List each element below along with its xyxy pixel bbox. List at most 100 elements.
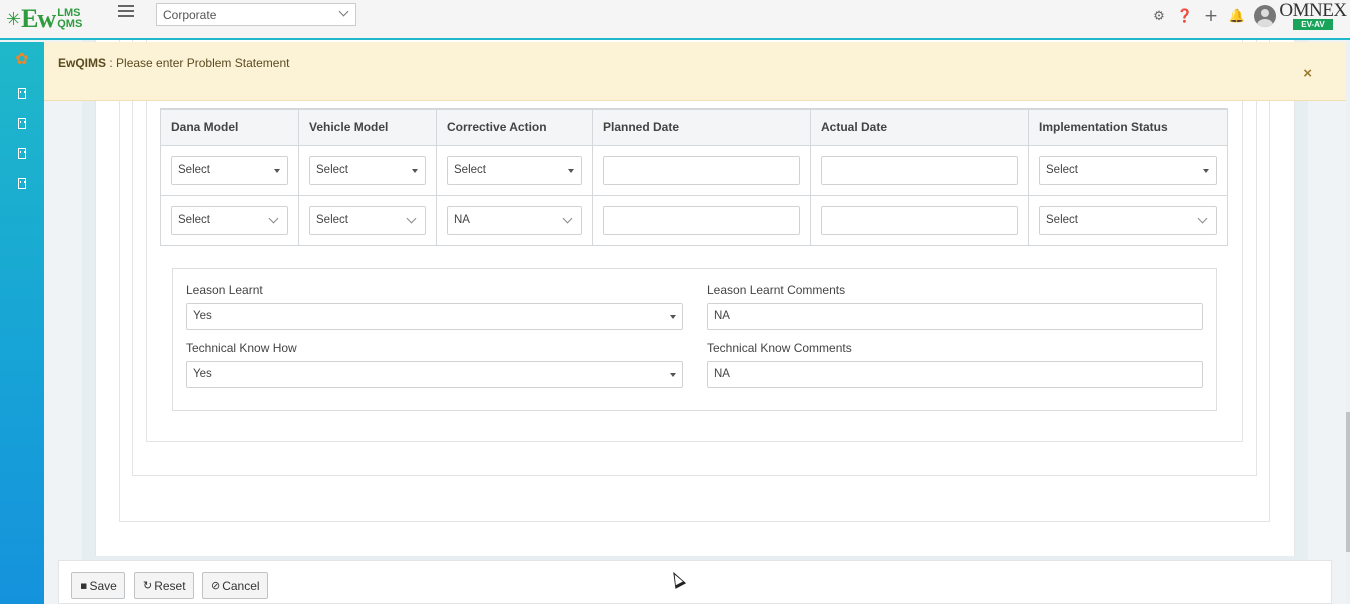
actual-date-input[interactable] xyxy=(821,155,1018,185)
select-value: Select xyxy=(1046,163,1078,176)
sidebar-item-4[interactable] xyxy=(0,168,44,198)
chevron-down-icon xyxy=(1197,213,1208,223)
caret-down-icon xyxy=(670,315,676,319)
cell-planned-date xyxy=(592,144,811,196)
organization-select[interactable]: Corporate xyxy=(156,3,356,26)
bell-icon[interactable]: 🔔 xyxy=(1224,9,1250,24)
ban-icon: ⊘ xyxy=(211,579,221,592)
table-row: Select Select Select Select xyxy=(160,144,1228,196)
sun-icon: ✳ xyxy=(6,9,22,29)
app-logo[interactable]: ✳ Ew LMS QMS xyxy=(6,2,82,36)
caret-down-icon xyxy=(274,168,280,173)
chevron-down-icon xyxy=(406,213,417,223)
top-bar: ✳ Ew LMS QMS Corporate ⚙ ❓ + 🔔 OMNEX EV-… xyxy=(0,0,1350,40)
save-label: Save xyxy=(89,578,117,593)
column-header-actual-date: Actual Date xyxy=(810,108,1029,146)
help-icon[interactable]: ❓ xyxy=(1172,9,1198,24)
implementation-status-select[interactable]: Select xyxy=(1039,205,1217,235)
chevron-down-icon xyxy=(562,213,573,223)
cell-dana-model: Select xyxy=(160,144,299,196)
select-value: Yes xyxy=(193,310,212,322)
planned-date-input[interactable] xyxy=(603,155,800,185)
building-icon xyxy=(18,117,26,129)
cell-vehicle-model: Select xyxy=(298,144,437,196)
select-value: Yes xyxy=(193,368,212,380)
plus-icon[interactable]: + xyxy=(1198,6,1224,26)
column-header-planned-date: Planned Date xyxy=(592,108,811,146)
menu-toggle-icon[interactable] xyxy=(118,3,134,19)
top-icons: ⚙ ❓ + 🔔 OMNEX EV-AV xyxy=(1146,0,1350,30)
organization-select-value: Corporate xyxy=(163,8,217,22)
cell-corrective-action: Select xyxy=(436,144,593,196)
omnex-logo: OMNEX EV-AV xyxy=(1279,0,1347,30)
corrective-action-select[interactable]: Select xyxy=(447,155,582,185)
select-value: Select xyxy=(1046,213,1078,226)
gear-icon[interactable]: ⚙ xyxy=(1146,9,1172,24)
avatar[interactable] xyxy=(1254,5,1276,27)
implementation-status-select[interactable]: Select xyxy=(1039,155,1217,185)
reset-button[interactable]: ↻ Reset xyxy=(134,572,194,599)
sidebar-brand-icon[interactable]: ✿ xyxy=(5,44,39,74)
lesson-learnt-comments-label: Leason Learnt Comments xyxy=(707,283,846,297)
cell-planned-date xyxy=(592,194,811,246)
lesson-learnt-select[interactable]: Yes xyxy=(186,303,683,330)
sidebar-item-1[interactable] xyxy=(0,78,44,108)
caret-down-icon xyxy=(1203,168,1209,173)
chevron-down-icon xyxy=(338,6,349,17)
logo-prefix: Ew xyxy=(21,4,56,33)
vehicle-model-select[interactable]: Select xyxy=(309,205,426,235)
logo-bottom: QMS xyxy=(57,18,83,30)
building-icon xyxy=(18,177,26,189)
technical-know-comments-input[interactable]: NA xyxy=(707,361,1203,388)
scrollbar-thumb[interactable] xyxy=(1346,412,1350,552)
vehicle-model-select[interactable]: Select xyxy=(309,155,426,185)
column-header-vehicle-model: Vehicle Model xyxy=(298,108,437,146)
lesson-learnt-comments-input[interactable]: NA xyxy=(707,303,1203,330)
building-icon xyxy=(18,147,26,159)
cell-dana-model: Select xyxy=(160,194,299,246)
dana-model-select[interactable]: Select xyxy=(171,205,288,235)
select-value: Select xyxy=(316,213,348,226)
page-scrollbar[interactable] xyxy=(1346,42,1350,604)
lesson-learnt-section xyxy=(172,268,1217,411)
corrective-action-table: Dana Model Vehicle Model Corrective Acti… xyxy=(160,108,1228,246)
brand-name: OMNEX xyxy=(1279,0,1347,21)
sidebar-item-2[interactable] xyxy=(0,108,44,138)
dana-model-select[interactable]: Select xyxy=(171,155,288,185)
alert-separator: : xyxy=(106,56,117,70)
cell-vehicle-model: Select xyxy=(298,194,437,246)
caret-down-icon xyxy=(412,168,418,173)
validation-alert: EwQIMS : Please enter Problem Statement … xyxy=(44,42,1346,101)
save-button[interactable]: ▪ Save xyxy=(71,572,125,599)
cell-actual-date xyxy=(810,194,1029,246)
technical-know-how-label: Technical Know How xyxy=(186,341,297,355)
lesson-learnt-label: Leason Learnt xyxy=(186,283,263,297)
technical-know-comments-label: Technical Know Comments xyxy=(707,341,852,355)
select-value: Select xyxy=(178,163,210,176)
brand-tag: EV-AV xyxy=(1293,18,1333,30)
cell-implementation-status: Select xyxy=(1028,144,1228,196)
column-header-dana-model: Dana Model xyxy=(160,108,299,146)
actual-date-input[interactable] xyxy=(821,205,1018,235)
chevron-down-icon xyxy=(268,213,279,223)
select-value: Select xyxy=(178,213,210,226)
cell-actual-date xyxy=(810,144,1029,196)
reset-label: Reset xyxy=(154,578,186,593)
planned-date-input[interactable] xyxy=(603,205,800,235)
caret-down-icon xyxy=(568,168,574,173)
alert-text: Please enter Problem Statement xyxy=(116,56,290,70)
alert-app-name: EwQIMS xyxy=(58,56,107,70)
corrective-action-select[interactable]: NA xyxy=(447,205,582,235)
refresh-icon: ↻ xyxy=(143,579,153,592)
sidebar-item-3[interactable] xyxy=(0,138,44,168)
technical-know-how-select[interactable]: Yes xyxy=(186,361,683,388)
close-icon[interactable]: × xyxy=(1303,65,1312,82)
table-header-row: Dana Model Vehicle Model Corrective Acti… xyxy=(160,108,1228,146)
select-value: Select xyxy=(316,163,348,176)
cell-corrective-action: NA xyxy=(436,194,593,246)
alert-message: EwQIMS : Please enter Problem Statement xyxy=(58,56,289,70)
column-header-corrective-action: Corrective Action xyxy=(436,108,593,146)
cancel-button[interactable]: ⊘ Cancel xyxy=(202,572,268,599)
floppy-icon: ▪ xyxy=(80,579,88,592)
sidebar: ✿ xyxy=(0,42,44,604)
